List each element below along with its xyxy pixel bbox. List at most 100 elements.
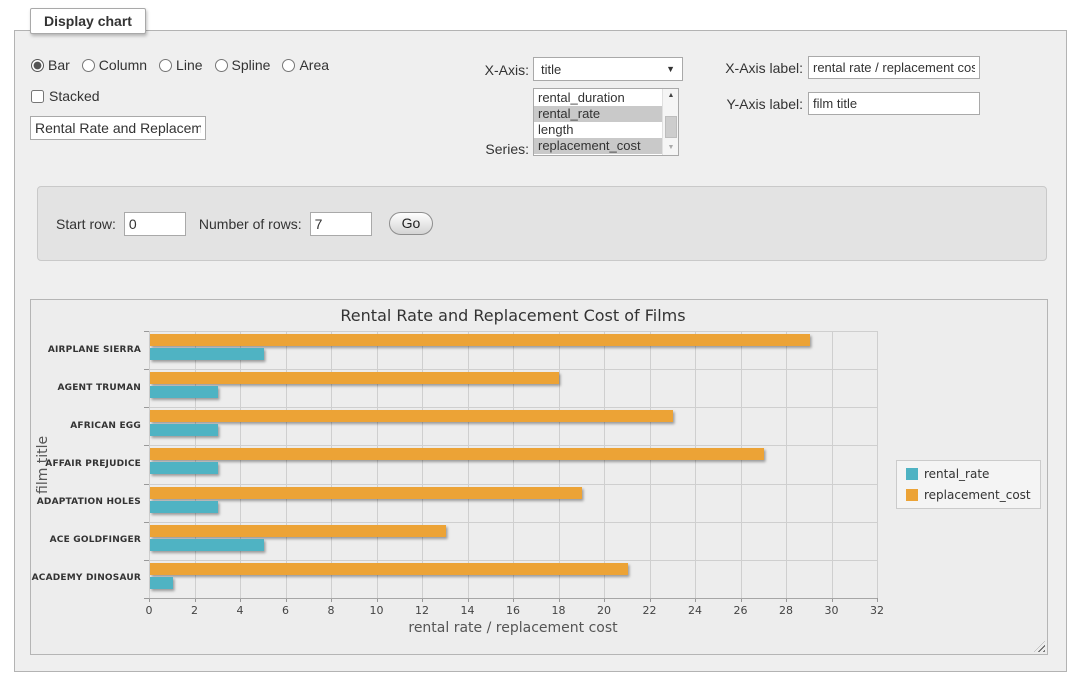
series-options: rental_durationrental_ratelengthreplacem… [534, 90, 662, 154]
bar-rental_rate [150, 386, 218, 398]
category-label: ACE GOLDFINGER [31, 535, 141, 545]
category-label: AIRPLANE SIERRA [31, 345, 141, 355]
chart-title: Rental Rate and Replacement Cost of Film… [149, 306, 877, 325]
gridline-vertical [240, 331, 241, 598]
gridline-vertical [513, 331, 514, 598]
stacked-label: Stacked [49, 88, 100, 104]
gridline-vertical [650, 331, 651, 598]
gridline-horizontal [149, 522, 877, 523]
series-option-length[interactable]: length [534, 122, 662, 138]
series-listbox[interactable]: rental_durationrental_ratelengthreplacem… [533, 88, 679, 156]
series-option-rental_duration[interactable]: rental_duration [534, 90, 662, 106]
bar-rental_rate [150, 539, 264, 551]
legend-label: replacement_cost [924, 488, 1031, 502]
chart-type-option-spline[interactable]: Spline [215, 57, 271, 73]
gridline-vertical [786, 331, 787, 598]
stacked-option[interactable]: Stacked [31, 88, 100, 104]
gridline-vertical [468, 331, 469, 598]
gridline-vertical [741, 331, 742, 598]
series-scrollbar[interactable]: ▲ ▼ [662, 89, 678, 155]
x-axis-line [149, 598, 877, 599]
category-label: AGENT TRUMAN [31, 383, 141, 393]
x-axis-tick-label: 8 [311, 604, 351, 617]
series-option-replacement_cost[interactable]: replacement_cost [534, 138, 662, 154]
legend-label: rental_rate [924, 467, 989, 481]
gridline-vertical [559, 331, 560, 598]
chart-type-option-bar[interactable]: Bar [31, 57, 70, 73]
x-axis-tick-label: 24 [675, 604, 715, 617]
num-rows-input[interactable] [310, 212, 372, 236]
gridline-vertical [286, 331, 287, 598]
chart-type-radio-line[interactable] [159, 59, 172, 72]
bar-rental_rate [150, 348, 264, 360]
bar-replacement_cost [150, 448, 764, 460]
chart-type-option-label: Line [176, 57, 202, 73]
chart-panel: Rental Rate and Replacement Cost of Film… [30, 299, 1048, 655]
chart-type-option-column[interactable]: Column [82, 57, 147, 73]
x-axis-select[interactable]: title ▼ [533, 57, 683, 81]
gridline-horizontal [149, 331, 877, 332]
bar-rental_rate [150, 424, 218, 436]
gridline-vertical [604, 331, 605, 598]
chart-type-option-label: Bar [48, 57, 70, 73]
display-chart-app: Display chart Bar Column Line Spline Area St… [0, 0, 1081, 681]
chart-type-option-area[interactable]: Area [282, 57, 329, 73]
scroll-down-icon[interactable]: ▼ [663, 141, 679, 155]
resize-handle[interactable] [1034, 641, 1045, 652]
bar-replacement_cost [150, 525, 446, 537]
x-axis-tick-label: 0 [129, 604, 169, 617]
gridline-vertical [832, 331, 833, 598]
x-axis-tick-label: 12 [402, 604, 442, 617]
chart-type-radio-bar[interactable] [31, 59, 44, 72]
go-button[interactable]: Go [389, 212, 434, 235]
legend-item-replacement_cost[interactable]: replacement_cost [906, 488, 1031, 502]
category-label: ACADEMY DINOSAUR [31, 573, 141, 583]
chart-type-radio-area[interactable] [282, 59, 295, 72]
x-axis-tick-label: 6 [266, 604, 306, 617]
chart-title-input[interactable] [30, 116, 206, 140]
x-axis-tick-label: 4 [220, 604, 260, 617]
x-axis-tick-label: 30 [812, 604, 852, 617]
fieldset-legend: Display chart [30, 8, 146, 34]
x-axis-selected-value: title [541, 62, 561, 77]
row-range-panel: Start row: Number of rows: Go [37, 186, 1047, 261]
chart-type-radio-spline[interactable] [215, 59, 228, 72]
bar-replacement_cost [150, 563, 628, 575]
num-rows-label: Number of rows: [199, 216, 302, 232]
gridline-horizontal [149, 484, 877, 485]
x-axis-label-input[interactable] [808, 56, 980, 79]
x-axis-label-label: X-Axis label: [690, 60, 803, 76]
y-axis-tick [144, 331, 149, 332]
y-axis-tick [144, 560, 149, 561]
y-axis-label-input[interactable] [808, 92, 980, 115]
x-axis-select-label: X-Axis: [430, 62, 529, 78]
legend-item-rental_rate[interactable]: rental_rate [906, 467, 1031, 481]
scrollbar-thumb[interactable] [665, 116, 677, 138]
gridline-horizontal [149, 560, 877, 561]
start-row-input[interactable] [124, 212, 186, 236]
y-axis-tick [144, 484, 149, 485]
gridline-vertical [422, 331, 423, 598]
select-dropdown-arrow-icon: ▼ [666, 64, 675, 74]
x-axis-tick-label: 10 [357, 604, 397, 617]
gridline-horizontal [149, 445, 877, 446]
chart-type-radio-column[interactable] [82, 59, 95, 72]
chart-y-axis-title: film title [35, 400, 51, 530]
start-row-label: Start row: [56, 216, 116, 232]
series-option-rental_rate[interactable]: rental_rate [534, 106, 662, 122]
x-axis-tick-label: 16 [493, 604, 533, 617]
chart-type-option-label: Area [299, 57, 329, 73]
bar-replacement_cost [150, 410, 673, 422]
chart-type-option-line[interactable]: Line [159, 57, 202, 73]
y-axis-tick [144, 522, 149, 523]
x-axis-tick [877, 598, 878, 602]
gridline-horizontal [149, 407, 877, 408]
bar-rental_rate [150, 577, 173, 589]
x-axis-tick-label: 22 [630, 604, 670, 617]
chart-type-option-label: Spline [232, 57, 271, 73]
chart-legend: rental_rate replacement_cost [896, 460, 1041, 509]
stacked-checkbox[interactable] [31, 90, 44, 103]
scroll-up-icon[interactable]: ▲ [663, 89, 679, 103]
series-select-label: Series: [430, 141, 529, 157]
x-axis-tick-label: 2 [175, 604, 215, 617]
